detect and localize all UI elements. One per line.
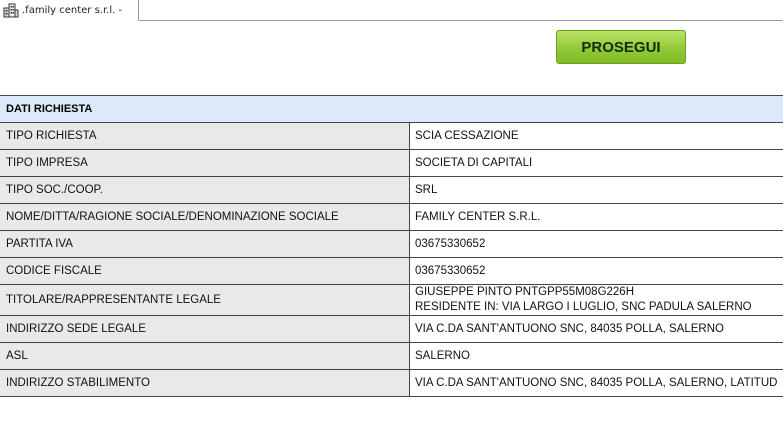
dati-richiesta-table: DATI RICHIESTA TIPO RICHIESTA SCIA CESSAZ…	[0, 95, 783, 397]
table-row: CODICE FISCALE 03675330652	[0, 258, 783, 285]
table-row: ASL SALERNO	[0, 343, 783, 370]
field-label: NOME/DITTA/RAGIONE SOCIALE/DENOMINAZIONE…	[0, 204, 410, 230]
table-row: INDIRIZZO SEDE LEGALE VIA C.DA SANT'ANTUO…	[0, 316, 783, 343]
section-header: DATI RICHIESTA	[0, 96, 783, 123]
field-value: SOCIETA DI CAPITALI	[410, 150, 783, 176]
field-value: VIA C.DA SANT'ANTUONO SNC, 84035 POLLA, …	[410, 316, 783, 342]
tab-bar: .family center s.r.l. -	[0, 0, 783, 21]
field-label: TIPO RICHIESTA	[0, 123, 410, 149]
building-icon	[3, 2, 19, 18]
field-label: ASL	[0, 343, 410, 369]
field-value: SRL	[410, 177, 783, 203]
field-label: TITOLARE/RAPPRESENTANTE LEGALE	[0, 285, 410, 315]
table-row: NOME/DITTA/RAGIONE SOCIALE/DENOMINAZIONE…	[0, 204, 783, 231]
field-value-line: VIA C.DA SANT'ANTUONO SNC, 84035 POLLA, …	[415, 322, 724, 335]
field-value-line: SOCIETA DI CAPITALI	[415, 156, 533, 169]
table-row: TIPO RICHIESTA SCIA CESSAZIONE	[0, 123, 783, 150]
field-value-line: RESIDENTE IN: VIA LARGO I LUGLIO, SNC PA…	[415, 301, 752, 313]
field-value: VIA C.DA SANT'ANTUONO SNC, 84035 POLLA, …	[410, 370, 783, 396]
field-label: INDIRIZZO SEDE LEGALE	[0, 316, 410, 342]
table-row: PARTITA IVA 03675330652	[0, 231, 783, 258]
field-value-line: VIA C.DA SANT'ANTUONO SNC, 84035 POLLA, …	[415, 376, 778, 389]
field-value: GIUSEPPE PINTO PNTGPP55M08G226H RESIDENTE…	[410, 285, 783, 315]
field-value: 03675330652	[410, 258, 783, 284]
field-value-line: FAMILY CENTER S.R.L.	[415, 210, 541, 223]
field-value-line: 03675330652	[415, 264, 486, 277]
field-value: 03675330652	[410, 231, 783, 257]
field-label: PARTITA IVA	[0, 231, 410, 257]
table-row: TIPO IMPRESA SOCIETA DI CAPITALI	[0, 150, 783, 177]
field-value-line: SCIA CESSAZIONE	[415, 129, 519, 142]
field-value-line: SRL	[415, 183, 438, 196]
field-value: FAMILY CENTER S.R.L.	[410, 204, 783, 230]
field-label: TIPO SOC./COOP.	[0, 177, 410, 203]
table-row: TITOLARE/RAPPRESENTANTE LEGALE GIUSEPPE P…	[0, 285, 783, 316]
tab-label: .family center s.r.l. -	[22, 4, 123, 16]
field-label: CODICE FISCALE	[0, 258, 410, 284]
table-row: INDIRIZZO STABILIMENTO VIA C.DA SANT'ANTU…	[0, 370, 783, 397]
table-row: TIPO SOC./COOP. SRL	[0, 177, 783, 204]
field-value-line: 03675330652	[415, 237, 486, 250]
field-label: INDIRIZZO STABILIMENTO	[0, 370, 410, 396]
table-body: TIPO RICHIESTA SCIA CESSAZIONE TIPO IMPRES…	[0, 123, 783, 397]
field-label: TIPO IMPRESA	[0, 150, 410, 176]
field-value: SCIA CESSAZIONE	[410, 123, 783, 149]
field-value-line: GIUSEPPE PINTO PNTGPP55M08G226H	[415, 286, 635, 298]
prosegui-button[interactable]: PROSEGUI	[556, 30, 686, 64]
field-value: SALERNO	[410, 343, 783, 369]
field-value-line: SALERNO	[415, 349, 470, 362]
tab-family-center[interactable]: .family center s.r.l. -	[0, 0, 139, 21]
